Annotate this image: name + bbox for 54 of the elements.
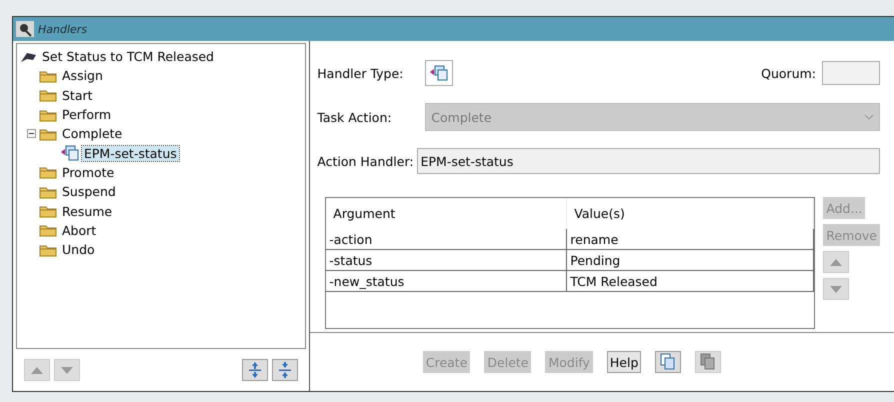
table-cell: -action	[326, 229, 568, 250]
column-header: Value(s)	[567, 198, 814, 229]
paste-icon	[700, 353, 716, 371]
up-arrow-icon	[830, 258, 842, 266]
field-label: Handler Type:	[317, 66, 404, 80]
up-arrow-icon	[31, 366, 43, 374]
column-header: Argument	[326, 198, 568, 229]
tree-item[interactable]: Perform	[60, 107, 114, 122]
folder-icon	[39, 184, 57, 199]
flag-icon	[19, 50, 37, 63]
tree-item[interactable]: Complete	[60, 126, 124, 142]
tree-item[interactable]: Suspend	[60, 184, 118, 200]
collapse-icon	[279, 362, 292, 378]
footer-button[interactable]: Help	[606, 351, 642, 373]
table-cell: -status	[326, 250, 568, 271]
tree-item[interactable]: Undo	[60, 242, 97, 258]
tree-item[interactable]: Assign	[60, 68, 105, 84]
field-label: Quorum:	[761, 66, 816, 80]
table-cell: rename	[567, 229, 814, 250]
quorum-field[interactable]	[822, 61, 880, 85]
table-cell: Pending	[567, 250, 814, 271]
folder-icon	[39, 223, 57, 238]
window-title: Handlers	[38, 22, 88, 36]
field-label: Action Handler:	[317, 154, 414, 168]
tree-item[interactable]: Start	[60, 88, 95, 103]
folder-icon	[39, 126, 57, 141]
tree-item[interactable]: Promote	[60, 164, 116, 180]
down-arrow-icon	[830, 286, 842, 292]
down-arrow-icon	[61, 366, 73, 374]
folder-icon	[39, 88, 57, 102]
expand-button[interactable]	[242, 359, 268, 381]
folder-icon	[39, 165, 57, 180]
folder-icon	[39, 242, 57, 257]
copy-button[interactable]	[655, 351, 682, 373]
tree-item[interactable]: EPM-set-status	[82, 146, 179, 161]
handler-icon	[61, 145, 79, 162]
table-cell: TCM Released	[567, 271, 814, 292]
handler-type-button[interactable]	[425, 60, 454, 86]
tree-item[interactable]: Resume	[60, 204, 114, 219]
table-cell: -new_status	[326, 271, 568, 292]
folder-icon	[39, 108, 57, 122]
copy-icon	[660, 353, 676, 371]
app-icon	[16, 21, 34, 37]
chevron-icon	[864, 114, 874, 120]
handler-icon	[430, 65, 448, 81]
tree-root[interactable]: Set Status to TCM Released	[40, 49, 216, 64]
folder-icon	[39, 204, 57, 218]
folder-icon	[39, 68, 57, 83]
field-label: Task Action:	[317, 110, 393, 124]
collapse-button[interactable]	[272, 359, 298, 381]
tree-item[interactable]: Abort	[60, 222, 98, 238]
collapse-toggle[interactable]	[27, 129, 36, 138]
action-handler-field[interactable]: EPM-set-status	[416, 148, 880, 174]
expand-icon	[249, 362, 262, 378]
